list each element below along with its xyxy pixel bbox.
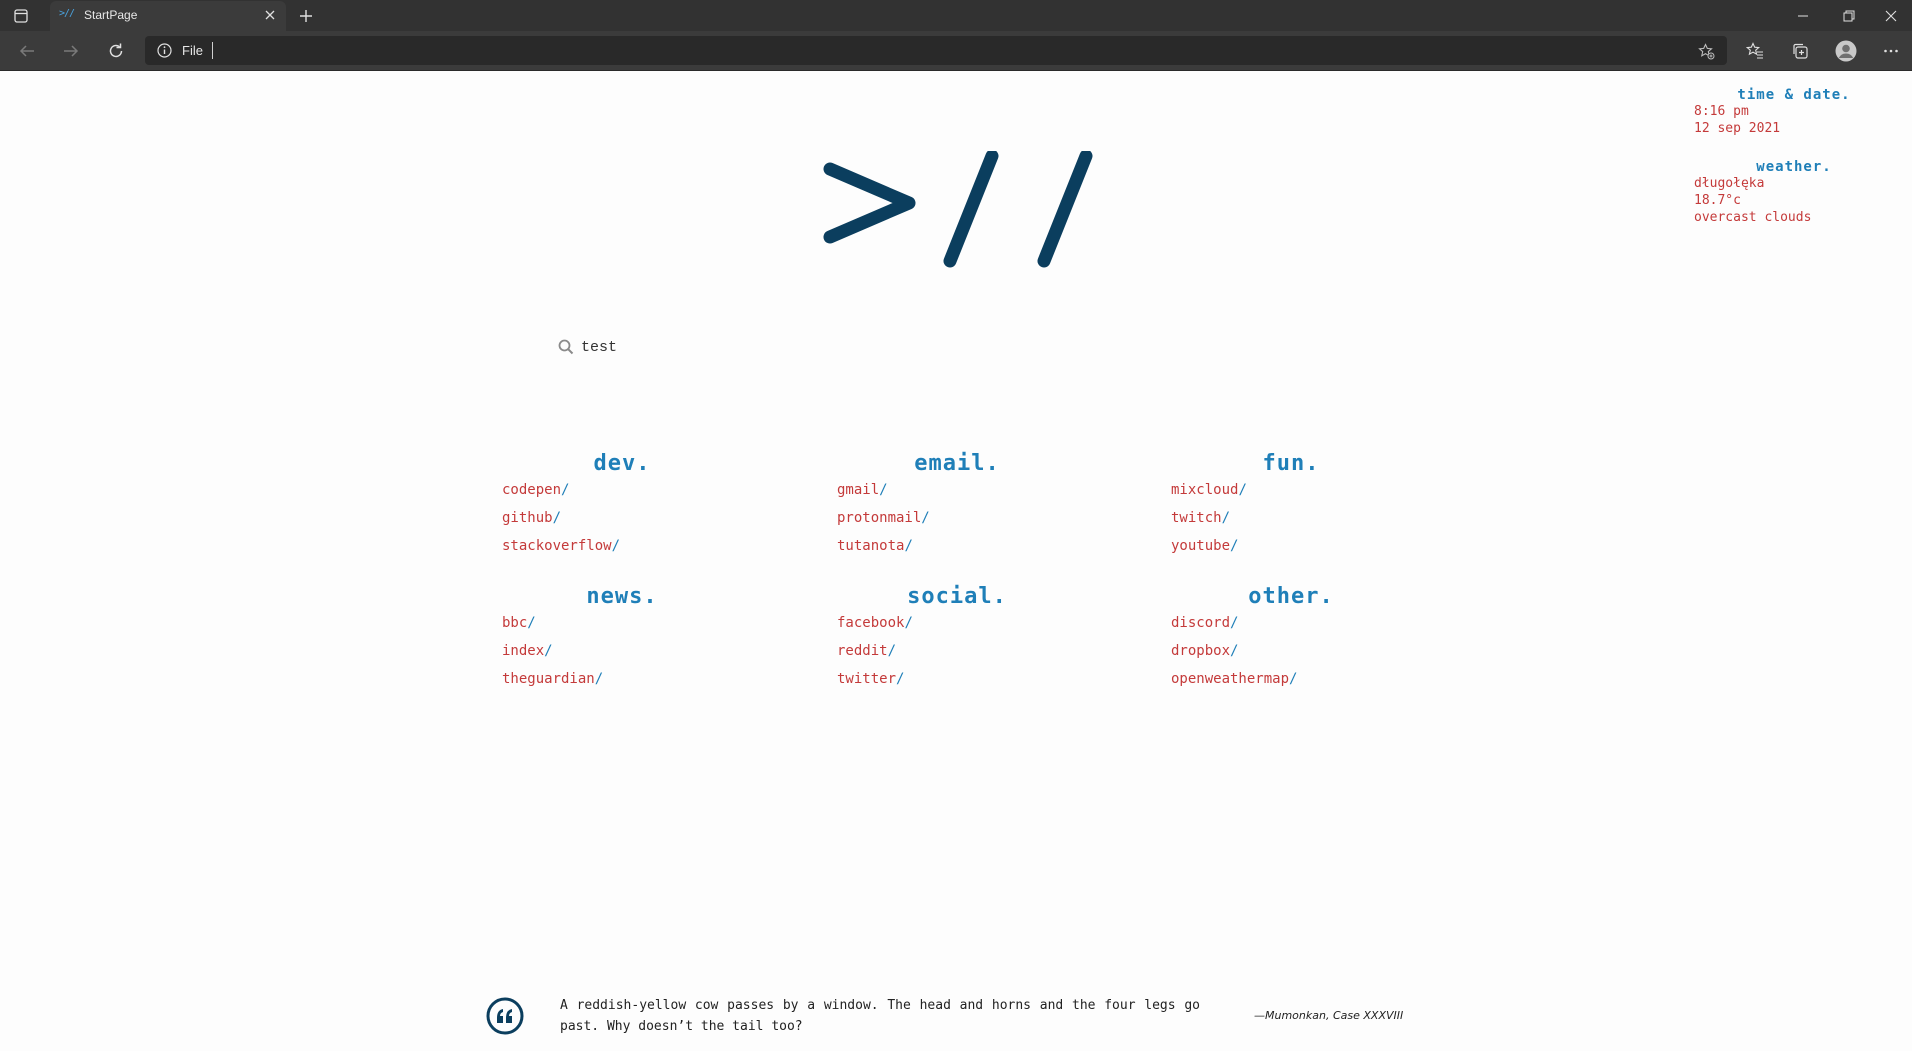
quote-text: A reddish-yellow cow passes by a window.… [560, 998, 1200, 1034]
group-title: dev. [593, 451, 651, 476]
bookmark-link[interactable]: github/ [502, 507, 802, 535]
bookmark-link[interactable]: codepen/ [502, 479, 802, 507]
close-window-icon[interactable] [1868, 0, 1912, 31]
add-favorite-icon[interactable] [1697, 42, 1715, 60]
logo-icon: *1 [823, 151, 1093, 268]
favorites-icon[interactable] [1742, 38, 1768, 64]
quote-icon [486, 997, 524, 1035]
bookmark-group-dev: dev. codepen/ github/ stackoverflow/ [502, 451, 802, 563]
time-date-title: time & date. [1737, 87, 1851, 103]
startpage: *1 dev. codepen/ github/ stackoverflow/ … [0, 71, 1912, 1050]
search-box[interactable] [558, 336, 781, 358]
info-sidebar: time & date. 8:16 pm 12 sep 2021 weather… [1694, 87, 1894, 226]
browser-toolbar: File [0, 31, 1912, 71]
bookmark-link[interactable]: theguardian/ [502, 668, 802, 696]
collections-icon[interactable] [1787, 38, 1813, 64]
bookmark-link[interactable]: mixcloud/ [1171, 479, 1471, 507]
weather-location: długołęka [1694, 176, 1765, 191]
bookmark-link[interactable]: stackoverflow/ [502, 535, 802, 563]
tab-title: StartPage [84, 8, 138, 22]
profile-avatar-icon[interactable] [1833, 38, 1859, 64]
group-title: social. [907, 584, 1007, 609]
date-value: 12 sep 2021 [1694, 121, 1781, 136]
weather-description: overcast clouds [1694, 210, 1812, 225]
new-tab-icon[interactable] [296, 6, 316, 26]
group-title: fun. [1262, 451, 1320, 476]
address-bar[interactable]: File [145, 36, 1727, 65]
bookmark-link[interactable]: protonmail/ [837, 507, 1137, 535]
bookmark-group-social: social. facebook/ reddit/ twitter/ [837, 584, 1137, 696]
bookmark-link[interactable]: tutanota/ [837, 535, 1137, 563]
group-title: news. [586, 584, 658, 609]
bookmark-link[interactable]: index/ [502, 640, 802, 668]
bookmark-link[interactable]: twitch/ [1171, 507, 1471, 535]
bookmark-link[interactable]: reddit/ [837, 640, 1137, 668]
bookmark-link[interactable]: discord/ [1171, 612, 1471, 640]
bookmark-link[interactable]: facebook/ [837, 612, 1137, 640]
bookmark-group-email: email. gmail/ protonmail/ tutanota/ [837, 451, 1137, 563]
info-icon[interactable] [157, 43, 172, 58]
group-title: email. [914, 451, 1000, 476]
refresh-icon[interactable] [103, 38, 129, 64]
group-title: other. [1248, 584, 1334, 609]
time-value: 8:16 pm [1694, 104, 1749, 119]
browser-titlebar: >// StartPage [0, 0, 1912, 31]
tab-close-icon[interactable] [262, 7, 278, 23]
bookmark-group-news: news. bbc/ index/ theguardian/ [502, 584, 802, 696]
bookmark-link[interactable]: gmail/ [837, 479, 1137, 507]
quote-author: —Mumonkan, Case XXXVIII [1254, 1009, 1404, 1022]
tab-favicon: >// [59, 8, 75, 19]
forward-icon[interactable] [58, 38, 84, 64]
bookmark-group-fun: fun. mixcloud/ twitch/ youtube/ [1171, 451, 1471, 563]
bookmark-link[interactable]: openweathermap/ [1171, 668, 1471, 696]
search-icon [558, 339, 574, 355]
minimize-icon[interactable] [1780, 0, 1826, 31]
quote-block: A reddish-yellow cow passes by a window.… [486, 991, 1406, 1051]
back-icon[interactable] [14, 38, 40, 64]
bookmark-link[interactable]: youtube/ [1171, 535, 1471, 563]
restore-icon[interactable] [1826, 0, 1872, 31]
bookmark-link[interactable]: bbc/ [502, 612, 802, 640]
bookmark-link[interactable]: twitter/ [837, 668, 1137, 696]
bookmark-link[interactable]: dropbox/ [1171, 640, 1471, 668]
more-options-icon[interactable] [1878, 38, 1904, 64]
weather-temperature: 18.7°c [1694, 193, 1741, 208]
weather-title: weather. [1756, 159, 1832, 175]
tab-actions-icon[interactable] [12, 7, 30, 25]
search-input[interactable] [581, 338, 781, 356]
bookmark-group-other: other. discord/ dropbox/ openweathermap/ [1171, 584, 1471, 696]
browser-tab[interactable]: >// StartPage [50, 1, 286, 31]
address-scheme-label: File [182, 43, 203, 58]
address-caret [212, 42, 213, 59]
